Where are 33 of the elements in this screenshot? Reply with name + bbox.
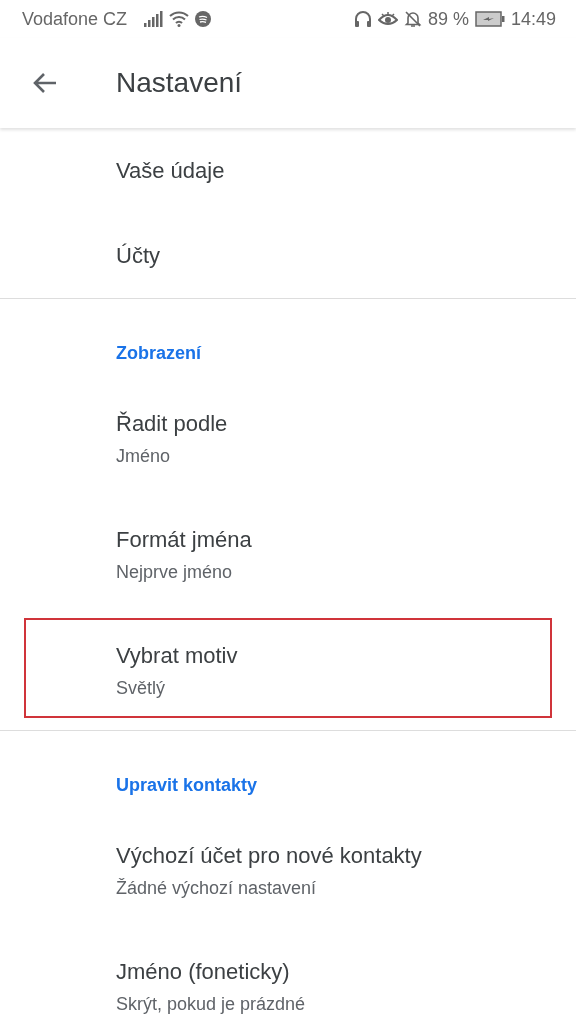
settings-item[interactable]: Vybrat motiv Světlý	[0, 614, 576, 730]
item-title: Jméno (foneticky)	[116, 958, 291, 986]
music-app-icon	[195, 11, 212, 27]
item-title: Výchozí účet pro nové kontakty	[116, 842, 423, 870]
item-title: Účty	[116, 242, 161, 270]
item-title: Formát jména	[116, 526, 253, 554]
section-header: Upravit kontakty	[115, 774, 259, 797]
muted-bell-icon	[403, 10, 422, 28]
item-value: Jméno	[116, 445, 172, 468]
item-title: Vybrat motiv	[116, 642, 239, 670]
eye-icon	[377, 11, 398, 27]
battery-icon	[474, 11, 505, 27]
item-value: Skrýt, pokud je prázdné	[116, 993, 307, 1016]
item-value: Světlý	[116, 677, 167, 700]
headphones-icon	[353, 10, 372, 28]
section-header: Zobrazení	[115, 342, 203, 365]
carrier: Vodafone CZ	[22, 8, 128, 30]
page-title: Nastavení	[116, 67, 243, 99]
clock: 14:49	[510, 8, 556, 30]
settings-item[interactable]: Účty	[0, 213, 576, 298]
back-icon[interactable]	[32, 71, 58, 95]
item-title: Vaše údaje	[116, 157, 226, 185]
settings-item[interactable]: Formát jména Nejprve jméno	[0, 498, 576, 614]
settings-item[interactable]: Řadit podle Jméno	[0, 382, 576, 498]
item-value: Žádné výchozí nastavení	[116, 877, 318, 900]
item-title: Řadit podle	[116, 410, 229, 438]
battery-percent: 89 %	[427, 8, 469, 30]
wifi-icon	[169, 11, 190, 27]
signal-icon	[143, 11, 164, 27]
item-value: Nejprve jméno	[116, 561, 234, 584]
settings-item[interactable]: Jméno (foneticky) Skrýt, pokud je prázdné	[0, 930, 576, 1024]
settings-item[interactable]: Výchozí účet pro nové kontakty Žádné výchozí nastavení	[0, 814, 576, 930]
settings-item[interactable]: Vaše údaje	[0, 128, 576, 213]
